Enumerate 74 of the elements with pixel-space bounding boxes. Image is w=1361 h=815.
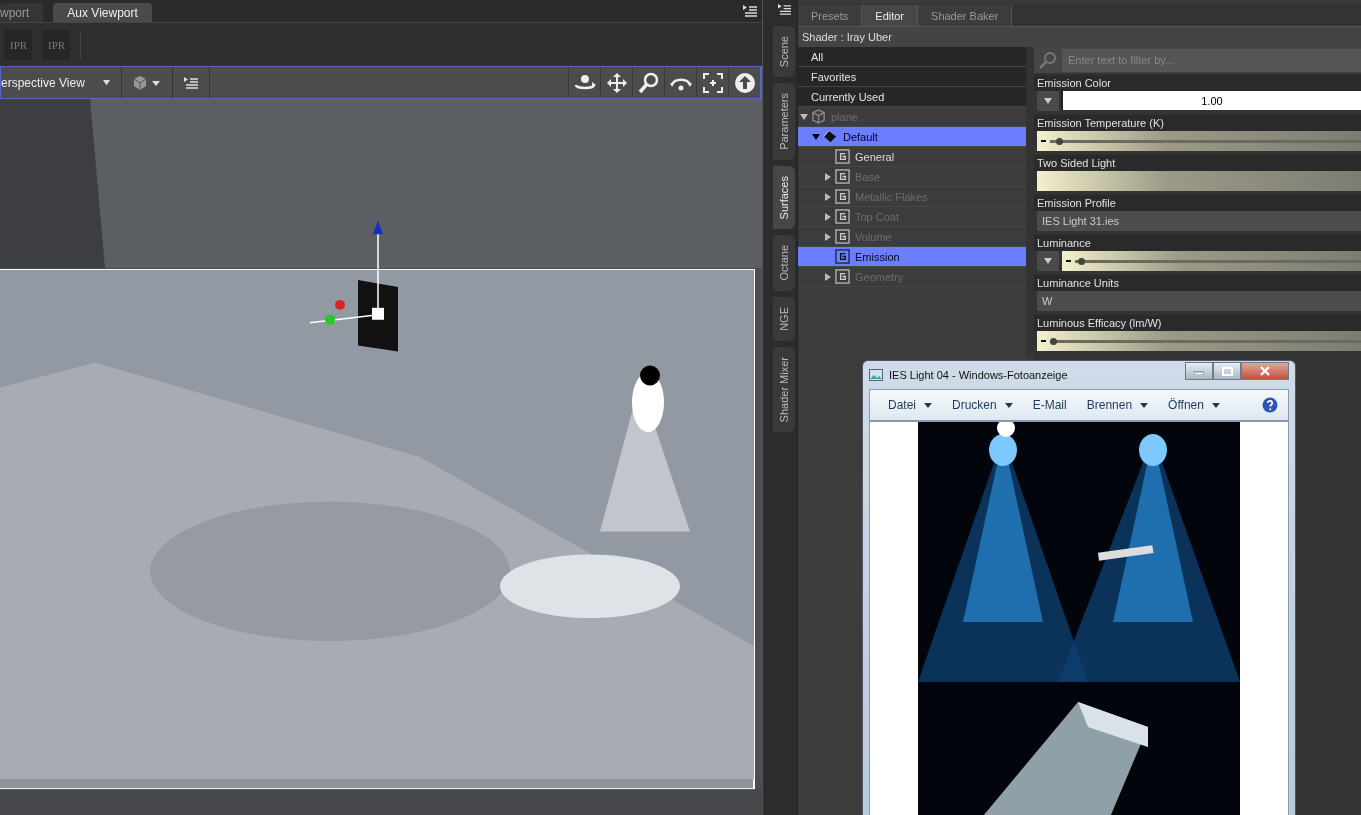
cube-icon [811,109,826,124]
filter-item[interactable]: All [798,47,1026,67]
collapse-arrow-icon[interactable] [824,192,832,201]
menu-item[interactable]: Brennen [1076,398,1159,412]
cube-icon [132,74,162,91]
group-icon [835,169,850,184]
filter-item[interactable]: Favorites [798,67,1026,87]
slider[interactable] [1037,131,1361,151]
side-tab[interactable]: Octane [773,235,795,291]
side-tab[interactable]: NGE [773,296,795,341]
list-icon [183,75,199,90]
close-button[interactable] [1241,362,1289,380]
panel-menu-icon[interactable] [776,3,792,16]
slider[interactable] [1037,331,1361,351]
group-icon [835,229,850,244]
close-icon [1260,366,1270,376]
viewport-tab[interactable]: wport [0,3,44,22]
material-icon [823,129,838,144]
window-title: IES Light 04 - Windows-Fotoanzeige [889,369,1068,381]
menu-button[interactable] [1037,91,1059,111]
menu-button[interactable] [1037,251,1059,271]
viewport-tab[interactable]: Aux Viewport [53,3,152,22]
property-label: Emission Profile [1034,195,1361,211]
menu-item[interactable]: Datei [878,398,942,412]
group-icon [835,149,850,164]
value-dropdown[interactable]: IES Light 31.ies [1037,211,1361,231]
value-dropdown[interactable]: W [1037,291,1361,311]
slider[interactable] [1062,251,1361,271]
collapse-arrow-icon[interactable] [824,272,832,281]
tree-item[interactable]: Default [798,127,1026,147]
panel-menu-icon[interactable] [742,4,758,18]
side-tab[interactable]: Scene [773,26,795,78]
group-icon [835,249,850,264]
slider-handle[interactable] [1077,257,1085,265]
collapse-arrow-icon[interactable] [824,212,832,221]
collapse-arrow-icon[interactable] [824,232,832,241]
view-dropdown[interactable]: erspective View [1,67,122,98]
group-icon [835,189,850,204]
maximize-icon [1221,366,1233,376]
group-icon [835,269,850,284]
property-label: Emission Temperature (K) [1034,115,1361,131]
side-tab[interactable]: Parameters [773,83,795,161]
menu-item[interactable]: E-Mail [1022,398,1077,412]
menu-item[interactable]: Drucken [942,398,1023,412]
caret-icon [1043,97,1053,105]
property-label: Luminance Units [1034,275,1361,291]
slider-handle[interactable] [1050,337,1057,345]
shader-label: Shader : Iray Uber [798,27,1361,47]
group-icon [835,209,850,224]
minimize-button[interactable] [1185,362,1213,380]
caret-icon [1043,257,1053,265]
collapse-arrow-icon[interactable] [824,172,832,181]
side-tab[interactable]: Surfaces [773,166,795,230]
tree-item[interactable]: General [798,147,1026,167]
side-tab[interactable]: Shader Mixer [773,346,795,433]
property-label: Luminous Efficacy (lm/W) [1034,315,1361,331]
maximize-button[interactable] [1213,362,1241,380]
toggle-bar[interactable] [1037,171,1361,191]
property-label: Emission Color [1034,75,1361,91]
slider-handle[interactable] [1056,137,1064,145]
editor-tab[interactable]: Presets [798,5,863,26]
help-icon[interactable] [1262,397,1278,413]
editor-tab[interactable]: Editor [862,5,919,26]
expand-arrow-icon[interactable] [800,112,808,121]
property-label: Two Sided Light [1034,155,1361,171]
menu-item[interactable]: Öffnen [1158,398,1230,412]
expand-arrow-icon[interactable] [812,132,820,141]
property-label: Luminance [1034,235,1361,251]
filter-item[interactable]: Currently Used [798,87,1026,107]
tree-item[interactable]: Emission [798,247,1026,267]
dropdown-arrow-icon [102,79,111,86]
color-value-field[interactable]: 1.00 [1061,91,1361,110]
photo-app-icon [869,369,883,381]
editor-tab[interactable]: Shader Baker [918,5,1013,26]
